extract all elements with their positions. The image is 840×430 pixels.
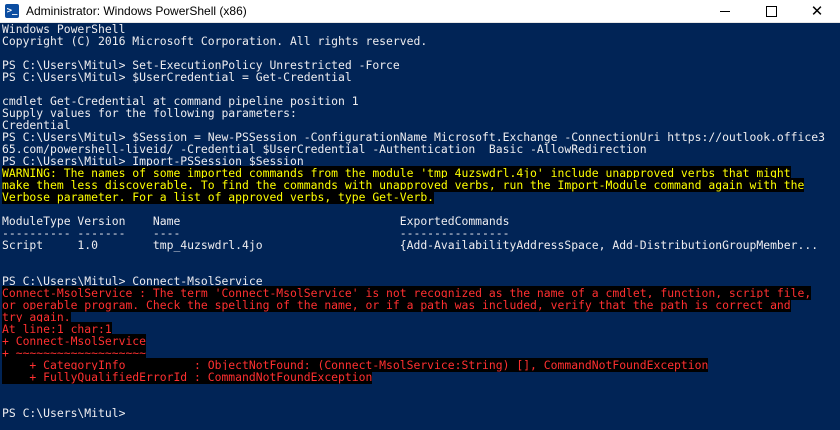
maximize-icon — [765, 5, 777, 17]
console-line: Supply values for the following paramete… — [2, 107, 840, 119]
console-output: Windows PowerShell Copyright (C) 2016 Mic… — [0, 23, 840, 419]
console-text: Copyright (C) 2016 Microsoft Corporation… — [2, 34, 428, 48]
error-text: + FullyQualifiedErrorId : CommandNotFoun… — [2, 370, 373, 384]
console-area[interactable]: Windows PowerShell Copyright (C) 2016 Mic… — [0, 23, 840, 430]
minimize-button[interactable] — [702, 0, 748, 22]
minimize-icon — [720, 10, 730, 12]
title-bar[interactable]: >_ Administrator: Windows PowerShell (x8… — [0, 0, 840, 23]
console-text: PS C:\Users\Mitul> — [2, 406, 126, 420]
console-line: PS C:\Users\Mitul> — [2, 407, 840, 419]
console-line: PS C:\Users\Mitul> $UserCredential = Get… — [2, 71, 840, 83]
error-text: or operable program. Check the spelling … — [2, 298, 791, 312]
console-text: PS C:\Users\Mitul> $UserCredential = Get… — [2, 70, 352, 84]
console-line: Copyright (C) 2016 Microsoft Corporation… — [2, 35, 840, 47]
console-line: try again. — [2, 310, 840, 324]
warning-text: Verbose parameter. For a list of approve… — [2, 190, 435, 204]
powershell-window: >_ Administrator: Windows PowerShell (x8… — [0, 0, 840, 430]
console-line: + FullyQualifiedErrorId : CommandNotFoun… — [2, 370, 840, 384]
window-title: Administrator: Windows PowerShell (x86) — [26, 4, 247, 18]
console-line: Script 1.0 tmp_4uzswdrl.4jo {Add-Availab… — [2, 239, 840, 251]
console-line: or operable program. Check the spelling … — [2, 298, 840, 312]
console-line: Verbose parameter. For a list of approve… — [2, 190, 840, 204]
console-text: Script 1.0 tmp_4uzswdrl.4jo {Add-Availab… — [2, 238, 819, 252]
close-icon: ✕ — [810, 2, 824, 20]
close-button[interactable]: ✕ — [794, 0, 840, 22]
powershell-icon: >_ — [5, 4, 19, 18]
maximize-button[interactable] — [748, 0, 794, 22]
